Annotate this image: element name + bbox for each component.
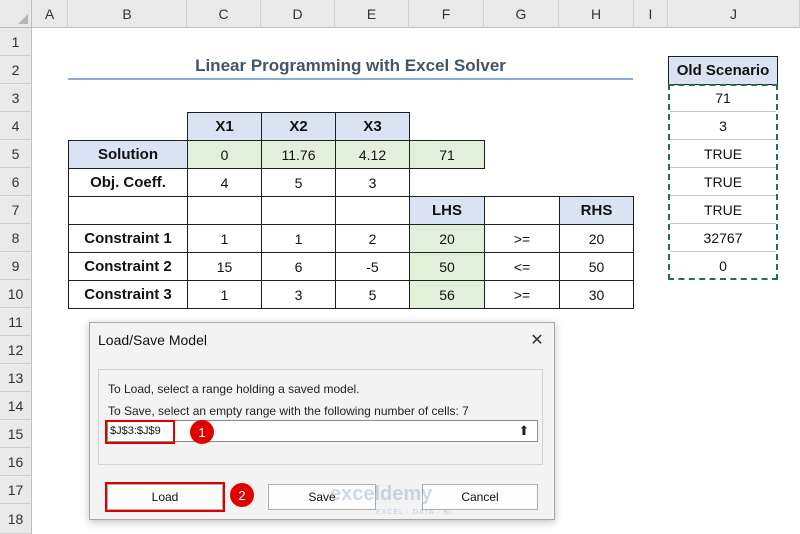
constraint-1-x2-cell[interactable]: 1 [261, 224, 336, 253]
load-highlight-box [105, 482, 225, 512]
row-header[interactable]: 1 [0, 28, 32, 56]
constraint-3-rhs-cell[interactable]: 30 [559, 280, 634, 309]
row-header[interactable]: 16 [0, 448, 32, 476]
constraint-3-x1-cell[interactable]: 1 [187, 280, 262, 309]
constraint-2-rhs-cell[interactable]: 50 [559, 252, 634, 281]
old-scenario-cell[interactable]: 71 [670, 84, 776, 112]
old-scenario-cell[interactable]: TRUE [670, 168, 776, 196]
old-scenario-cell[interactable]: TRUE [670, 196, 776, 224]
step-1-badge: 1 [190, 420, 214, 444]
load-instruction-text: To Load, select a range holding a saved … [108, 382, 360, 396]
row-header[interactable]: 5 [0, 140, 32, 168]
obj-coeff-x2-cell[interactable]: 5 [261, 168, 336, 197]
empty-cell[interactable] [484, 196, 560, 225]
empty-cell[interactable] [187, 196, 262, 225]
constraint-3-label[interactable]: Constraint 3 [68, 280, 188, 309]
column-header-f[interactable]: F [409, 0, 484, 28]
constraint-3-lhs-cell[interactable]: 56 [409, 280, 485, 309]
column-header-d[interactable]: D [261, 0, 335, 28]
close-icon[interactable]: ✕ [524, 327, 550, 353]
old-scenario-cell[interactable]: 3 [670, 112, 776, 140]
row-header[interactable]: 10 [0, 280, 32, 308]
row-header[interactable]: 18 [0, 504, 32, 534]
empty-cell[interactable] [68, 196, 188, 225]
load-save-model-dialog: Load/Save Model ✕ To Load, select a rang… [89, 322, 555, 520]
constraint-2-label[interactable]: Constraint 2 [68, 252, 188, 281]
row-header[interactable]: 3 [0, 84, 32, 112]
empty-cell[interactable] [261, 196, 336, 225]
row-header[interactable]: 8 [0, 224, 32, 252]
row-header[interactable]: 15 [0, 420, 32, 448]
old-scenario-cell[interactable]: 32767 [670, 224, 776, 252]
solution-x3-cell[interactable]: 4.12 [335, 140, 410, 169]
rhs-header[interactable]: RHS [559, 196, 634, 225]
constraint-2-x3-cell[interactable]: -5 [335, 252, 410, 281]
empty-cell[interactable] [335, 196, 410, 225]
column-header-b[interactable]: B [68, 0, 187, 28]
select-all-corner[interactable] [0, 0, 32, 28]
row-header[interactable]: 14 [0, 392, 32, 420]
solution-label[interactable]: Solution [68, 140, 188, 169]
watermark-logo: exceldemy [330, 483, 433, 505]
row-header[interactable]: 12 [0, 336, 32, 364]
obj-coeff-label[interactable]: Obj. Coeff. [68, 168, 188, 197]
column-header-e[interactable]: E [335, 0, 409, 28]
column-header-c[interactable]: C [187, 0, 261, 28]
row-header[interactable]: 4 [0, 112, 32, 140]
watermark-tagline: EXCEL · DATA · BI [376, 509, 452, 516]
row-header[interactable]: 9 [0, 252, 32, 280]
solution-x2-cell[interactable]: 11.76 [261, 140, 336, 169]
var-header-x2[interactable]: X2 [261, 112, 336, 141]
row-header[interactable]: 17 [0, 476, 32, 504]
constraint-2-x1-cell[interactable]: 15 [187, 252, 262, 281]
constraint-2-x2-cell[interactable]: 6 [261, 252, 336, 281]
objective-value-cell[interactable]: 71 [409, 140, 485, 169]
obj-coeff-x3-cell[interactable]: 3 [335, 168, 410, 197]
constraint-1-lhs-cell[interactable]: 20 [409, 224, 485, 253]
constraint-1-rhs-cell[interactable]: 20 [559, 224, 634, 253]
column-header-a[interactable]: A [32, 0, 68, 28]
old-scenario-header[interactable]: Old Scenario [668, 56, 778, 85]
cancel-button[interactable]: Cancel [422, 484, 538, 510]
constraint-1-label[interactable]: Constraint 1 [68, 224, 188, 253]
constraint-3-x2-cell[interactable]: 3 [261, 280, 336, 309]
upload-icon[interactable]: ⬆ [513, 422, 535, 440]
column-header-i[interactable]: I [634, 0, 668, 28]
range-highlight-box [105, 420, 175, 444]
old-scenario-cell[interactable]: TRUE [670, 140, 776, 168]
solution-x1-cell[interactable]: 0 [187, 140, 262, 169]
save-instruction-text: To Save, select an empty range with the … [108, 404, 469, 418]
constraint-1-x3-cell[interactable]: 2 [335, 224, 410, 253]
constraint-1-operator-cell[interactable]: >= [484, 224, 560, 253]
row-header[interactable]: 2 [0, 56, 32, 84]
dialog-title: Load/Save Model [98, 332, 207, 348]
row-header[interactable]: 6 [0, 168, 32, 196]
row-header[interactable]: 11 [0, 308, 32, 336]
var-header-x3[interactable]: X3 [335, 112, 410, 141]
constraint-3-operator-cell[interactable]: >= [484, 280, 560, 309]
column-header-h[interactable]: H [559, 0, 634, 28]
constraint-2-operator-cell[interactable]: <= [484, 252, 560, 281]
obj-coeff-x1-cell[interactable]: 4 [187, 168, 262, 197]
var-header-x1[interactable]: X1 [187, 112, 262, 141]
constraint-2-lhs-cell[interactable]: 50 [409, 252, 485, 281]
row-header[interactable]: 7 [0, 196, 32, 224]
constraint-3-x3-cell[interactable]: 5 [335, 280, 410, 309]
sheet-title: Linear Programming with Excel Solver [68, 52, 633, 80]
lhs-header[interactable]: LHS [409, 196, 485, 225]
row-header[interactable]: 13 [0, 364, 32, 392]
step-2-badge: 2 [230, 483, 254, 507]
constraint-1-x1-cell[interactable]: 1 [187, 224, 262, 253]
old-scenario-cell[interactable]: 0 [670, 252, 776, 280]
column-header-j[interactable]: J [668, 0, 800, 28]
column-header-g[interactable]: G [484, 0, 559, 28]
